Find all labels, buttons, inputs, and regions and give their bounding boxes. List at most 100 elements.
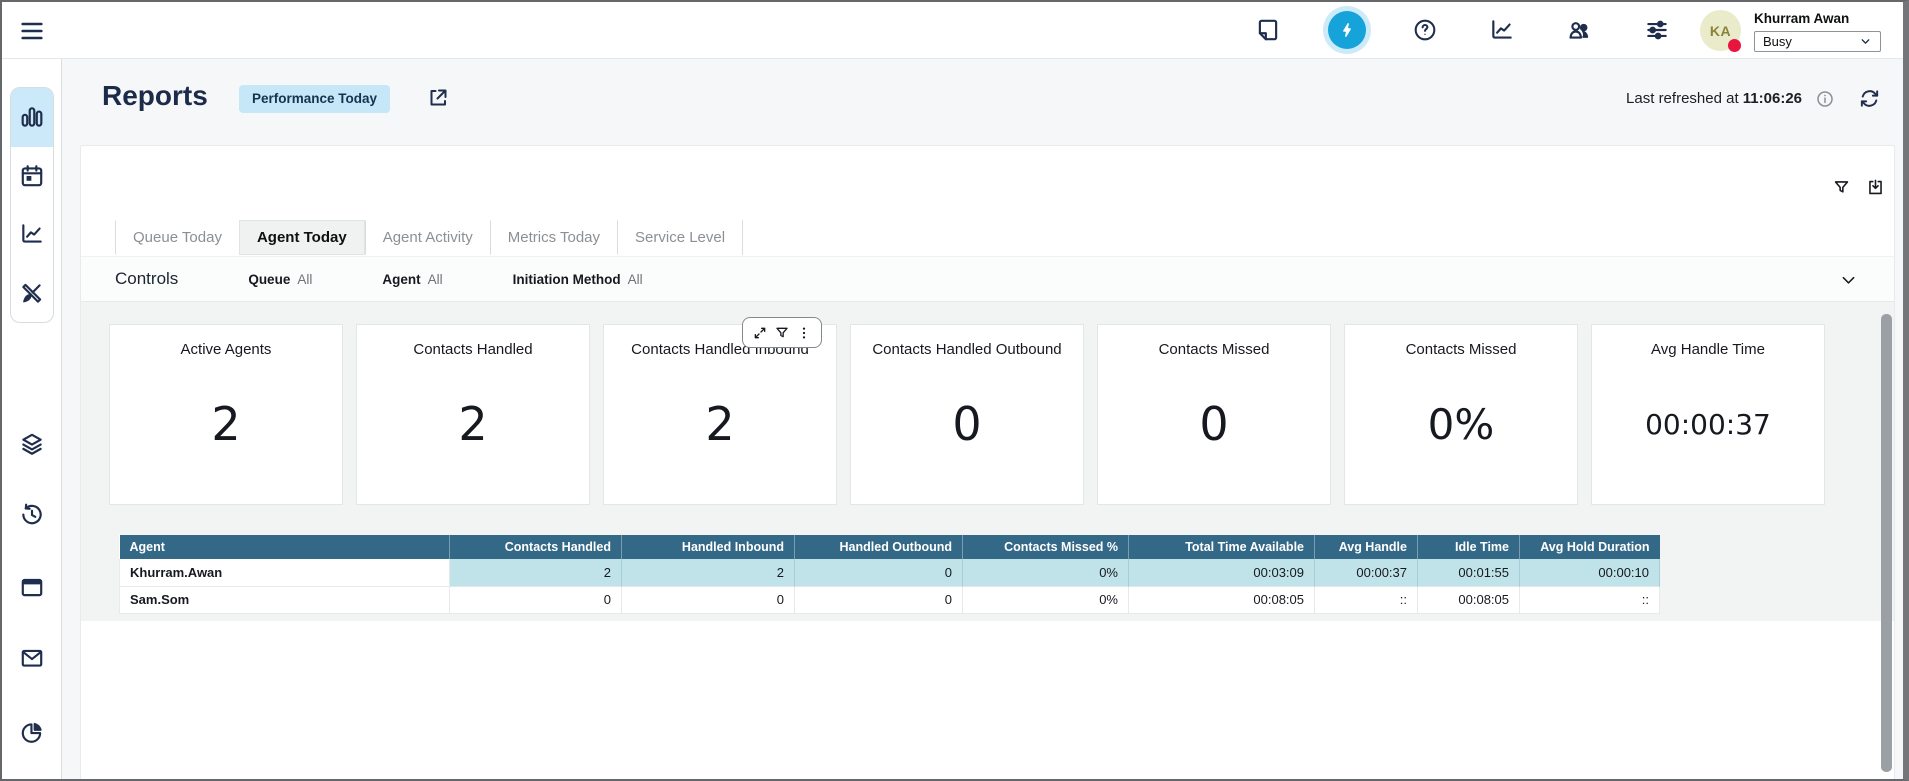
expand-icon[interactable] [752, 325, 768, 341]
kpi-value: 0% [1428, 344, 1495, 504]
filter-agent-label: Agent [382, 272, 420, 287]
col-agent: Agent [120, 535, 450, 559]
cell: 2 [622, 559, 795, 586]
kpi-value: 00:00:37 [1645, 344, 1771, 504]
kebab-menu-icon[interactable] [796, 325, 812, 341]
filter-agent[interactable]: Agent All [382, 272, 442, 287]
help-icon[interactable] [1412, 17, 1438, 43]
sidebar-item-layers[interactable] [19, 431, 45, 457]
tab-metrics-today[interactable]: Metrics Today [490, 220, 617, 255]
table-header-row: Agent Contacts Handled Handled Inbound H… [120, 535, 1660, 559]
report-tabs: Queue Today Agent Today Agent Activity M… [115, 220, 742, 255]
cell: 0% [963, 559, 1129, 586]
cell: 00:03:09 [1129, 559, 1315, 586]
status-select-value: Busy [1763, 34, 1792, 49]
filter-initiation-method[interactable]: Initiation MethodAll [513, 272, 643, 287]
chevron-down-icon [1859, 35, 1872, 48]
sidebar-item-mail[interactable] [19, 645, 45, 671]
controls-title: Controls [115, 269, 178, 289]
sidebar-item-history[interactable] [19, 501, 45, 527]
sidebar-item-metrics[interactable] [11, 205, 53, 264]
filter-initiation-method-value: All [628, 272, 643, 287]
sidebar [2, 59, 62, 779]
cell: 00:00:37 [1315, 559, 1418, 586]
filter-icon[interactable] [774, 325, 790, 341]
line-chart-icon [19, 221, 45, 247]
cell-agent: Khurram.Awan [120, 559, 450, 586]
top-bar: KA Khurram Awan Busy [2, 2, 1903, 59]
layers-icon [19, 431, 45, 457]
filter-queue[interactable]: QueueAll [248, 272, 312, 287]
cell: 0 [450, 586, 622, 613]
controls-bar: Controls QueueAll Agent All Initiation Me… [81, 256, 1894, 302]
agents-icon[interactable] [1566, 17, 1592, 43]
filter-agent-value: All [428, 272, 443, 287]
controls-collapse-chevron-icon[interactable] [1839, 271, 1858, 290]
mail-icon [19, 645, 45, 671]
sidebar-item-customize[interactable] [11, 264, 53, 323]
cell-agent: Sam.Som [120, 586, 450, 613]
cell: 0 [622, 586, 795, 613]
col-total-time-available: Total Time Available [1129, 535, 1315, 559]
metrics-icon[interactable] [1489, 17, 1515, 43]
window-icon [19, 574, 45, 600]
preferences-icon[interactable] [1644, 17, 1670, 43]
tab-queue-today[interactable]: Queue Today [115, 220, 239, 255]
info-icon[interactable] [1815, 89, 1835, 114]
last-refreshed-label: Last refreshed at [1626, 90, 1743, 107]
cell: 0 [795, 559, 963, 586]
tab-service-level[interactable]: Service Level [617, 220, 742, 255]
tab-agent-today[interactable]: Agent Today [239, 220, 365, 255]
kpi-hover-toolbar [742, 317, 822, 348]
agent-table: Agent Contacts Handled Handled Inbound H… [119, 535, 1660, 614]
status-select[interactable]: Busy [1754, 31, 1881, 52]
kpi-active-agents: Active Agents 2 [109, 324, 343, 505]
pie-chart-icon [19, 719, 45, 745]
export-download-icon[interactable] [1866, 178, 1885, 197]
last-refreshed: Last refreshed at 11:06:26 [1562, 90, 1802, 107]
cell: 0 [795, 586, 963, 613]
col-handled-outbound: Handled Outbound [795, 535, 963, 559]
status-busy-dot [1728, 39, 1741, 52]
notes-icon[interactable] [1255, 17, 1281, 43]
sidebar-item-schedule[interactable] [11, 147, 53, 206]
cell: 00:00:10 [1520, 559, 1660, 586]
kpi-value: 2 [458, 344, 487, 504]
cell: 00:08:05 [1129, 586, 1315, 613]
refresh-icon[interactable] [1858, 87, 1881, 110]
cell: :: [1520, 586, 1660, 613]
kpi-row: Active Agents 2 Contacts Handled 2 Conta… [109, 324, 1825, 505]
sidebar-item-window[interactable] [19, 574, 45, 600]
calendar-icon [19, 163, 45, 189]
col-contacts-handled: Contacts Handled [450, 535, 622, 559]
kpi-value: 2 [705, 344, 734, 504]
cell: 00:01:55 [1418, 559, 1520, 586]
sidebar-group [10, 87, 54, 323]
kpi-contacts-handled-outbound: Contacts Handled Outbound 0 [850, 324, 1084, 505]
sidebar-item-pie-chart[interactable] [19, 719, 45, 745]
vertical-scrollbar-thumb[interactable] [1881, 314, 1892, 772]
report-badge: Performance Today [239, 85, 390, 113]
bar-chart-icon [19, 104, 45, 130]
col-handled-inbound: Handled Inbound [622, 535, 795, 559]
last-refreshed-time: 11:06:26 [1743, 90, 1802, 107]
kpi-contacts-handled-inbound: Contacts Handled Inbound 2 [603, 324, 837, 505]
col-contacts-missed-pct: Contacts Missed % [963, 535, 1129, 559]
kpi-value: 0 [952, 344, 981, 504]
kpi-contacts-handled: Contacts Handled 2 [356, 324, 590, 505]
kpi-contacts-missed-pct: Contacts Missed 0% [1344, 324, 1578, 505]
filter-queue-value: All [297, 272, 312, 287]
filter-icon[interactable] [1832, 178, 1851, 197]
app-window: KA Khurram Awan Busy [0, 0, 1909, 781]
tab-agent-activity[interactable]: Agent Activity [365, 220, 490, 255]
cell: :: [1315, 586, 1418, 613]
sidebar-item-reports[interactable] [11, 88, 53, 147]
cell: 0% [963, 586, 1129, 613]
hamburger-menu-icon[interactable] [18, 17, 46, 45]
kpi-value: 0 [1199, 344, 1228, 504]
external-link-icon[interactable] [426, 86, 450, 110]
col-avg-hold-duration: Avg Hold Duration [1520, 535, 1660, 559]
cell: 2 [450, 559, 622, 586]
table-row: Sam.Som 0 0 0 0% 00:08:05 :: 00:08:05 :: [120, 586, 1660, 613]
flash-icon[interactable] [1328, 11, 1366, 49]
